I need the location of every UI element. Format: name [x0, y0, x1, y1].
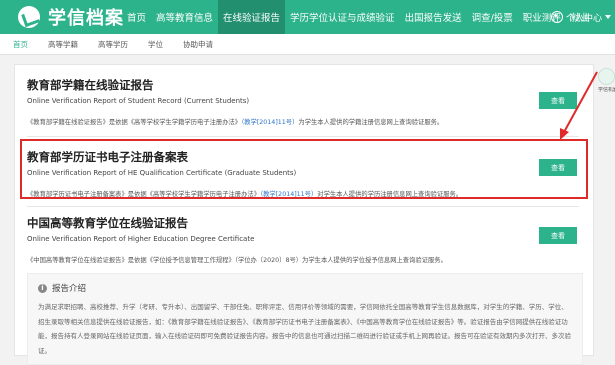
- assistant-widget[interactable]: 学信机器人: [598, 68, 615, 102]
- robot-avatar-icon: [598, 68, 615, 85]
- red-arrow-icon: [560, 71, 598, 140]
- assistant-label: 学信机器人: [598, 87, 615, 93]
